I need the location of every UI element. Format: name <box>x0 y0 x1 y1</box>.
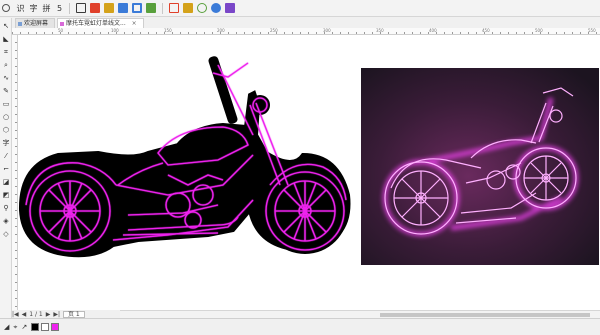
connector-tool-icon[interactable]: ⌐ <box>1 164 11 174</box>
transparency-tool-icon[interactable]: ◩ <box>1 190 11 200</box>
paint-icon[interactable] <box>183 3 193 13</box>
page-counter: 1 / 1 <box>29 310 43 318</box>
toolbar-separator <box>162 2 163 14</box>
first-page-button[interactable]: |◀ <box>12 311 19 318</box>
pen-tool-icon[interactable]: ✎ <box>1 86 11 96</box>
app-logo-icon <box>2 4 10 12</box>
ruler-label: 100 <box>111 28 119 33</box>
scrollbar-thumb[interactable] <box>380 313 590 317</box>
color-swatch-white[interactable] <box>41 323 50 331</box>
shape-tool-icon[interactable]: ◣ <box>1 34 11 44</box>
snap-icon[interactable]: ◢ <box>4 323 9 331</box>
page-tab-1[interactable]: 页 1 <box>63 310 85 318</box>
reference-neon-photo[interactable] <box>361 68 599 265</box>
pick-tool-icon[interactable]: ↖ <box>1 21 11 31</box>
tab-label: 欢迎屏幕 <box>24 20 49 27</box>
shadow-tool-icon[interactable]: ◪ <box>1 177 11 187</box>
toolbar-button-2[interactable]: 字 <box>28 1 39 16</box>
freehand-tool-icon[interactable]: ∿ <box>1 73 11 83</box>
ruler-label: 200 <box>217 28 225 33</box>
last-page-button[interactable]: ▶| <box>53 311 60 318</box>
tab-label: 摩托车霓虹灯单线文... <box>66 20 126 27</box>
ruler-label: 300 <box>323 28 331 33</box>
horizontal-scrollbar[interactable] <box>120 310 600 318</box>
toolbar-separator <box>69 2 70 14</box>
photo-background <box>361 68 599 265</box>
crop-tool-icon[interactable]: ⌗ <box>1 47 11 57</box>
refresh-icon[interactable] <box>197 3 207 13</box>
fill-tool-icon[interactable]: ◈ <box>1 216 11 226</box>
pointer-icon[interactable]: ↗ <box>21 323 27 331</box>
ruler-label: 150 <box>164 28 172 33</box>
line-tool-icon[interactable]: ⁄ <box>1 151 11 161</box>
globe-icon[interactable] <box>211 3 221 13</box>
ruler-label: 250 <box>270 28 278 33</box>
tab-motorcycle-document[interactable]: 摩托车霓虹灯单线文... × <box>57 18 144 28</box>
ruler-label: 50 <box>58 28 64 33</box>
color-swatch-black[interactable] <box>31 323 40 331</box>
home-icon <box>18 22 22 26</box>
toolbar-button-4[interactable]: 5 <box>54 1 65 16</box>
document-icon <box>60 22 65 26</box>
zoom-tool-icon[interactable]: ⌕ <box>1 60 11 70</box>
image-icon[interactable] <box>146 3 156 13</box>
left-toolbox: ↖ ◣ ⌗ ⌕ ∿ ✎ ▭ ○ ⬡ 字 ⁄ ⌐ ◪ ◩ ⚲ ◈ ◇ <box>0 18 12 323</box>
ellipse-tool-icon[interactable]: ○ <box>1 112 11 122</box>
page-navigator: |◀ ◀ 1 / 1 ▶ ▶| 页 1 <box>12 310 88 318</box>
delete-icon[interactable] <box>90 3 100 13</box>
next-page-button[interactable]: ▶ <box>46 311 51 318</box>
grid-icon[interactable] <box>118 3 128 13</box>
open-folder-icon[interactable] <box>104 3 114 13</box>
top-toolbar: 识 字 拼 5 <box>0 0 600 17</box>
prev-page-button[interactable]: ◀ <box>22 311 27 318</box>
toolbar-button-1[interactable]: 识 <box>15 1 26 16</box>
plugin-icon[interactable] <box>225 3 235 13</box>
ruler-label: 400 <box>429 28 437 33</box>
text-tool-icon[interactable]: 字 <box>1 138 11 148</box>
cut-icon[interactable] <box>169 3 179 13</box>
rectangle-tool-icon[interactable]: ▭ <box>1 99 11 109</box>
cursor-position-icon: ⌖ <box>13 322 18 331</box>
document-tabs: 欢迎屏幕 摩托车霓虹灯单线文... × <box>15 18 146 28</box>
motorcycle-vector-artwork[interactable] <box>18 35 358 275</box>
ruler-label: 350 <box>376 28 384 33</box>
close-tab-icon[interactable]: × <box>132 20 137 27</box>
app-window: 识 字 拼 5 ↖ ◣ ⌗ ⌕ ∿ ✎ ▭ ○ ⬡ 字 ⁄ ⌐ ◪ ◩ ⚲ ◈ … <box>0 0 600 335</box>
ruler-label: 500 <box>535 28 543 33</box>
layout-icon[interactable] <box>132 3 142 13</box>
drawing-canvas[interactable] <box>18 35 600 310</box>
horizontal-ruler[interactable]: 50 100 150 200 250 300 350 400 450 500 5… <box>12 28 600 35</box>
status-bar: ◢ ⌖ ↗ <box>0 318 600 335</box>
eyedropper-tool-icon[interactable]: ⚲ <box>1 203 11 213</box>
color-swatch-magenta[interactable] <box>51 323 60 331</box>
tab-welcome-screen[interactable]: 欢迎屏幕 <box>15 18 56 28</box>
outline-tool-icon[interactable]: ◇ <box>1 229 11 239</box>
ruler-label: 450 <box>482 28 490 33</box>
toolbar-button-3[interactable]: 拼 <box>41 1 52 16</box>
polygon-tool-icon[interactable]: ⬡ <box>1 125 11 135</box>
new-document-icon[interactable] <box>76 3 86 13</box>
ruler-label: 550 <box>588 28 596 33</box>
